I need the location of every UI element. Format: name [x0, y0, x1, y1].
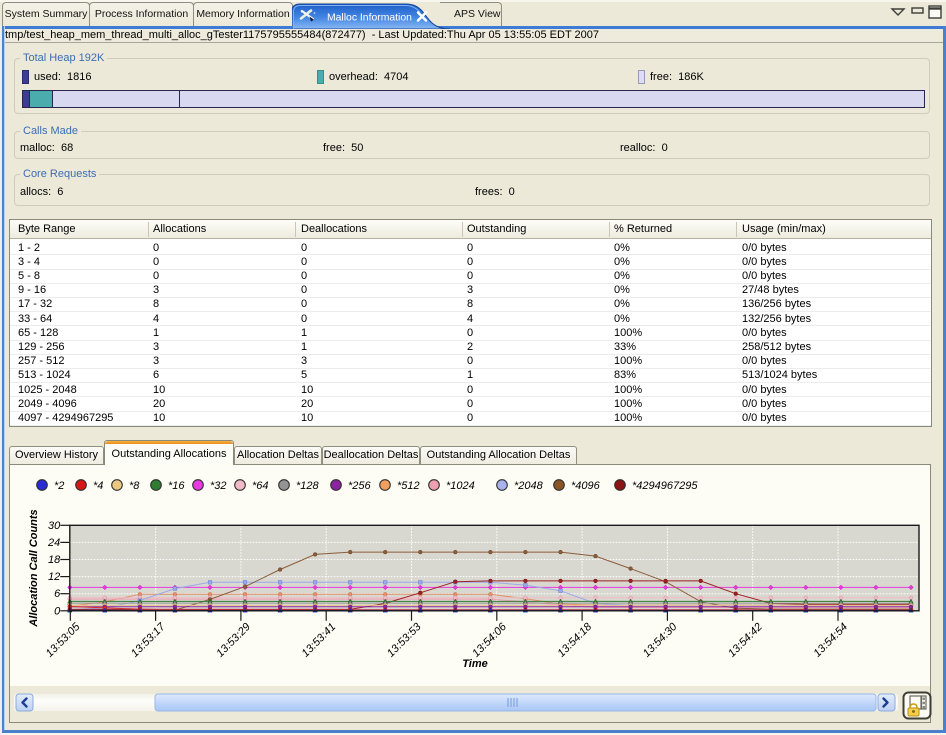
- svg-text:Malloc Information: Malloc Information: [327, 13, 412, 24]
